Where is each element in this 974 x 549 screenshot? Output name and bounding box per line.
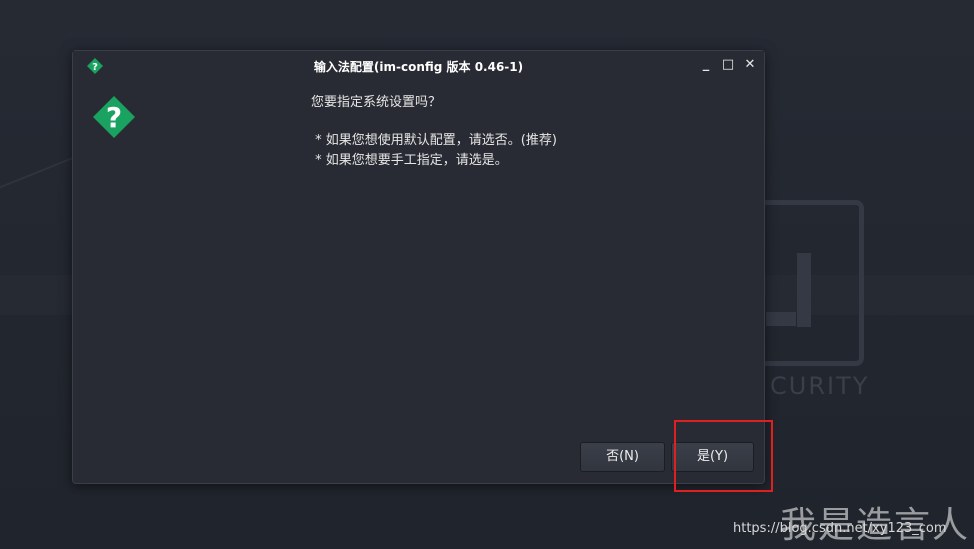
option-manual-text: * 如果您想要手工指定，请选是。: [311, 153, 508, 168]
maximize-button[interactable]: □: [720, 57, 736, 73]
svg-text:?: ?: [106, 101, 122, 134]
question-icon: ?: [93, 96, 135, 138]
background-logo-bar: [766, 312, 796, 326]
desktop-background: CURITY ? 输入法配置(im-config 版本 0.46-1) _ □ …: [0, 0, 974, 549]
annotation-highlight-box: [674, 420, 773, 492]
close-button[interactable]: ✕: [742, 57, 758, 73]
option-default-text: * 如果您想使用默认配置，请选否。(推荐): [311, 133, 557, 148]
dialog-title: 输入法配置(im-config 版本 0.46-1): [313, 60, 524, 74]
question-text: 您要指定系统设置吗？: [311, 95, 442, 110]
minimize-button[interactable]: _: [698, 57, 714, 73]
background-logo-frame: [760, 200, 864, 366]
dialog-titlebar[interactable]: ? 输入法配置(im-config 版本 0.46-1) _ □ ✕: [73, 51, 764, 81]
dialog-message: 您要指定系统设置吗？ * 如果您想使用默认配置，请选否。(推荐) * 如果您想要…: [311, 93, 557, 171]
im-config-dialog: ? 输入法配置(im-config 版本 0.46-1) _ □ ✕ ? 您要指…: [72, 50, 765, 484]
background-logo-text: CURITY: [770, 372, 870, 400]
watermark-url: https://blog.csdn.net/xy123_com: [733, 521, 947, 536]
no-button[interactable]: 否(N): [580, 442, 665, 472]
background-logo-bar: [797, 253, 811, 327]
